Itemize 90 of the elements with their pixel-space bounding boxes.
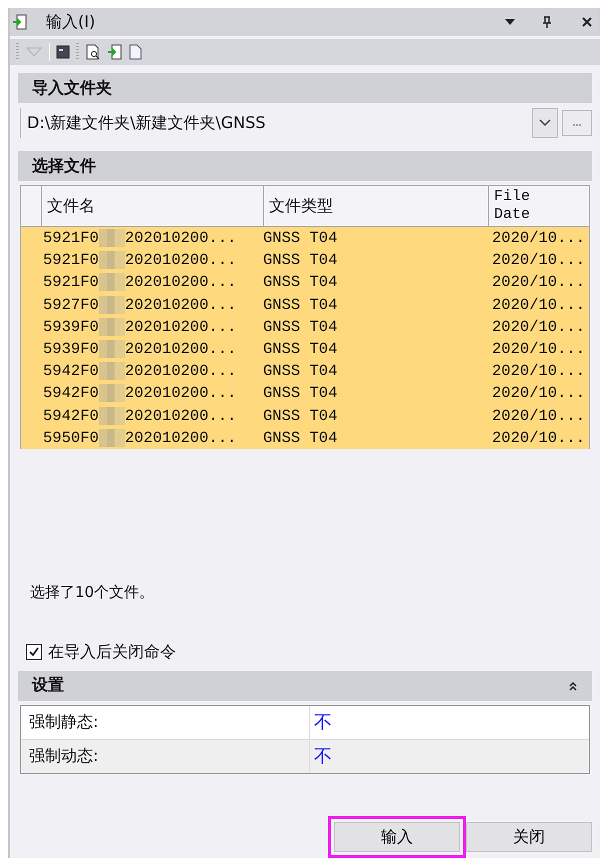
file-name: 202010200... <box>124 406 236 425</box>
property-label: 强制静态: <box>28 710 100 733</box>
file-type: GNSS T04 <box>263 428 338 447</box>
blurred-text <box>98 229 125 248</box>
file-row[interactable]: 5921F0 202010200... GNSS T04 2020/10... <box>21 271 589 294</box>
close-button[interactable]: 关闭 <box>466 822 592 852</box>
file-date: 2020/10... <box>492 251 586 270</box>
file-name: 202010200... <box>124 251 236 270</box>
ellipsis-icon <box>572 122 582 126</box>
file-date: 2020/10... <box>492 428 586 447</box>
file-type: GNSS T04 <box>263 318 338 336</box>
collapse-icon[interactable] <box>568 680 578 691</box>
file-row[interactable]: 5942F0 202010200... GNSS T04 2020/10... <box>21 360 589 382</box>
check-icon <box>28 646 40 658</box>
close-icon[interactable] <box>582 17 592 27</box>
column-header[interactable]: File Date <box>488 186 589 226</box>
file-name: 202010200... <box>124 340 236 358</box>
column-header[interactable]: 文件名 <box>41 186 263 226</box>
file-type: GNSS T04 <box>263 362 338 380</box>
folder-path-field[interactable]: D:\新建文件夹\新建文件夹\GNSS <box>20 108 528 138</box>
document-search-icon[interactable] <box>85 44 101 60</box>
file-date: 2020/10... <box>492 229 586 248</box>
property-label: 强制动态: <box>28 744 100 767</box>
file-row[interactable]: 5942F0 202010200... GNSS T04 2020/10... <box>21 382 589 404</box>
file-name: 202010200... <box>124 384 236 402</box>
blurred-text <box>98 318 125 336</box>
import-icon <box>12 14 28 30</box>
file-name: 5921F0 <box>43 251 99 270</box>
file-name: 5921F0 <box>43 273 99 292</box>
file-date: 2020/10... <box>492 406 586 425</box>
file-date: 2020/10... <box>492 340 586 358</box>
file-type: GNSS T04 <box>263 406 338 425</box>
file-type: GNSS T04 <box>263 273 338 292</box>
file-type: GNSS T04 <box>263 296 338 314</box>
file-name: 202010200... <box>124 273 236 292</box>
checkbox[interactable] <box>26 644 42 660</box>
file-date: 2020/10... <box>492 384 586 402</box>
section-header: 选择文件 <box>18 151 592 181</box>
file-date: 2020/10... <box>492 318 586 336</box>
file-name: 5942F0 <box>43 406 99 425</box>
file-name: 5950F0 <box>43 428 99 447</box>
blurred-text <box>98 273 125 292</box>
blurred-text <box>98 296 125 314</box>
file-type: GNSS T04 <box>263 340 338 358</box>
window-title: 输入(I) <box>46 12 96 32</box>
file-date: 2020/10... <box>492 296 586 314</box>
file-row[interactable]: 5942F0 202010200... GNSS T04 2020/10... <box>21 404 589 427</box>
file-row[interactable]: 5939F0 202010200... GNSS T04 2020/10... <box>21 316 589 338</box>
document-icon[interactable] <box>129 44 143 60</box>
chevron-down-icon <box>539 119 551 127</box>
selection-summary: 选择了10个文件。 <box>30 582 156 602</box>
blurred-text <box>98 406 125 425</box>
file-name: 5939F0 <box>43 318 99 336</box>
dropdown-button[interactable] <box>532 108 558 138</box>
property-row[interactable]: 强制静态: 不 <box>21 706 589 739</box>
section-title: 设置 <box>32 675 64 696</box>
column-header[interactable]: 文件类型 <box>263 186 488 226</box>
blurred-text <box>98 384 125 402</box>
file-type: GNSS T04 <box>263 229 338 248</box>
property-value[interactable]: 不 <box>309 740 589 773</box>
blurred-text <box>98 362 125 380</box>
file-row[interactable]: 5921F0 202010200... GNSS T04 2020/10... <box>21 249 589 272</box>
file-row[interactable]: 5939F0 202010200... GNSS T04 2020/10... <box>21 338 589 360</box>
file-row[interactable]: 5950F0 202010200... GNSS T04 2020/10... <box>21 426 589 449</box>
file-name: 202010200... <box>124 296 236 314</box>
file-name: 202010200... <box>124 428 236 447</box>
file-date: 2020/10... <box>492 362 586 380</box>
import-icon[interactable] <box>107 44 123 60</box>
pin-icon[interactable] <box>542 16 552 28</box>
file-name: 202010200... <box>124 318 236 336</box>
blurred-text <box>98 251 125 270</box>
console-icon[interactable] <box>56 45 70 59</box>
section-header: 导入文件夹 <box>18 73 592 103</box>
file-name: 202010200... <box>124 229 236 248</box>
file-name: 5927F0 <box>43 296 99 314</box>
dropdown-icon[interactable] <box>504 18 516 26</box>
file-row[interactable]: 5927F0 202010200... GNSS T04 2020/10... <box>21 294 589 316</box>
file-name: 202010200... <box>124 362 236 380</box>
file-type: GNSS T04 <box>263 251 338 270</box>
file-name: 5939F0 <box>43 340 99 358</box>
blurred-text <box>98 340 125 358</box>
file-type: GNSS T04 <box>263 384 338 402</box>
checkbox-label[interactable]: 在导入后关闭命令 <box>48 642 176 663</box>
file-date: 2020/10... <box>492 273 586 292</box>
property-row[interactable]: 强制动态: 不 <box>21 738 589 773</box>
file-row[interactable]: 5921F0 202010200... GNSS T04 2020/10... <box>21 227 589 250</box>
blurred-text <box>98 428 125 447</box>
file-name: 5921F0 <box>43 229 99 248</box>
file-name: 5942F0 <box>43 362 99 380</box>
file-name: 5942F0 <box>43 384 99 402</box>
